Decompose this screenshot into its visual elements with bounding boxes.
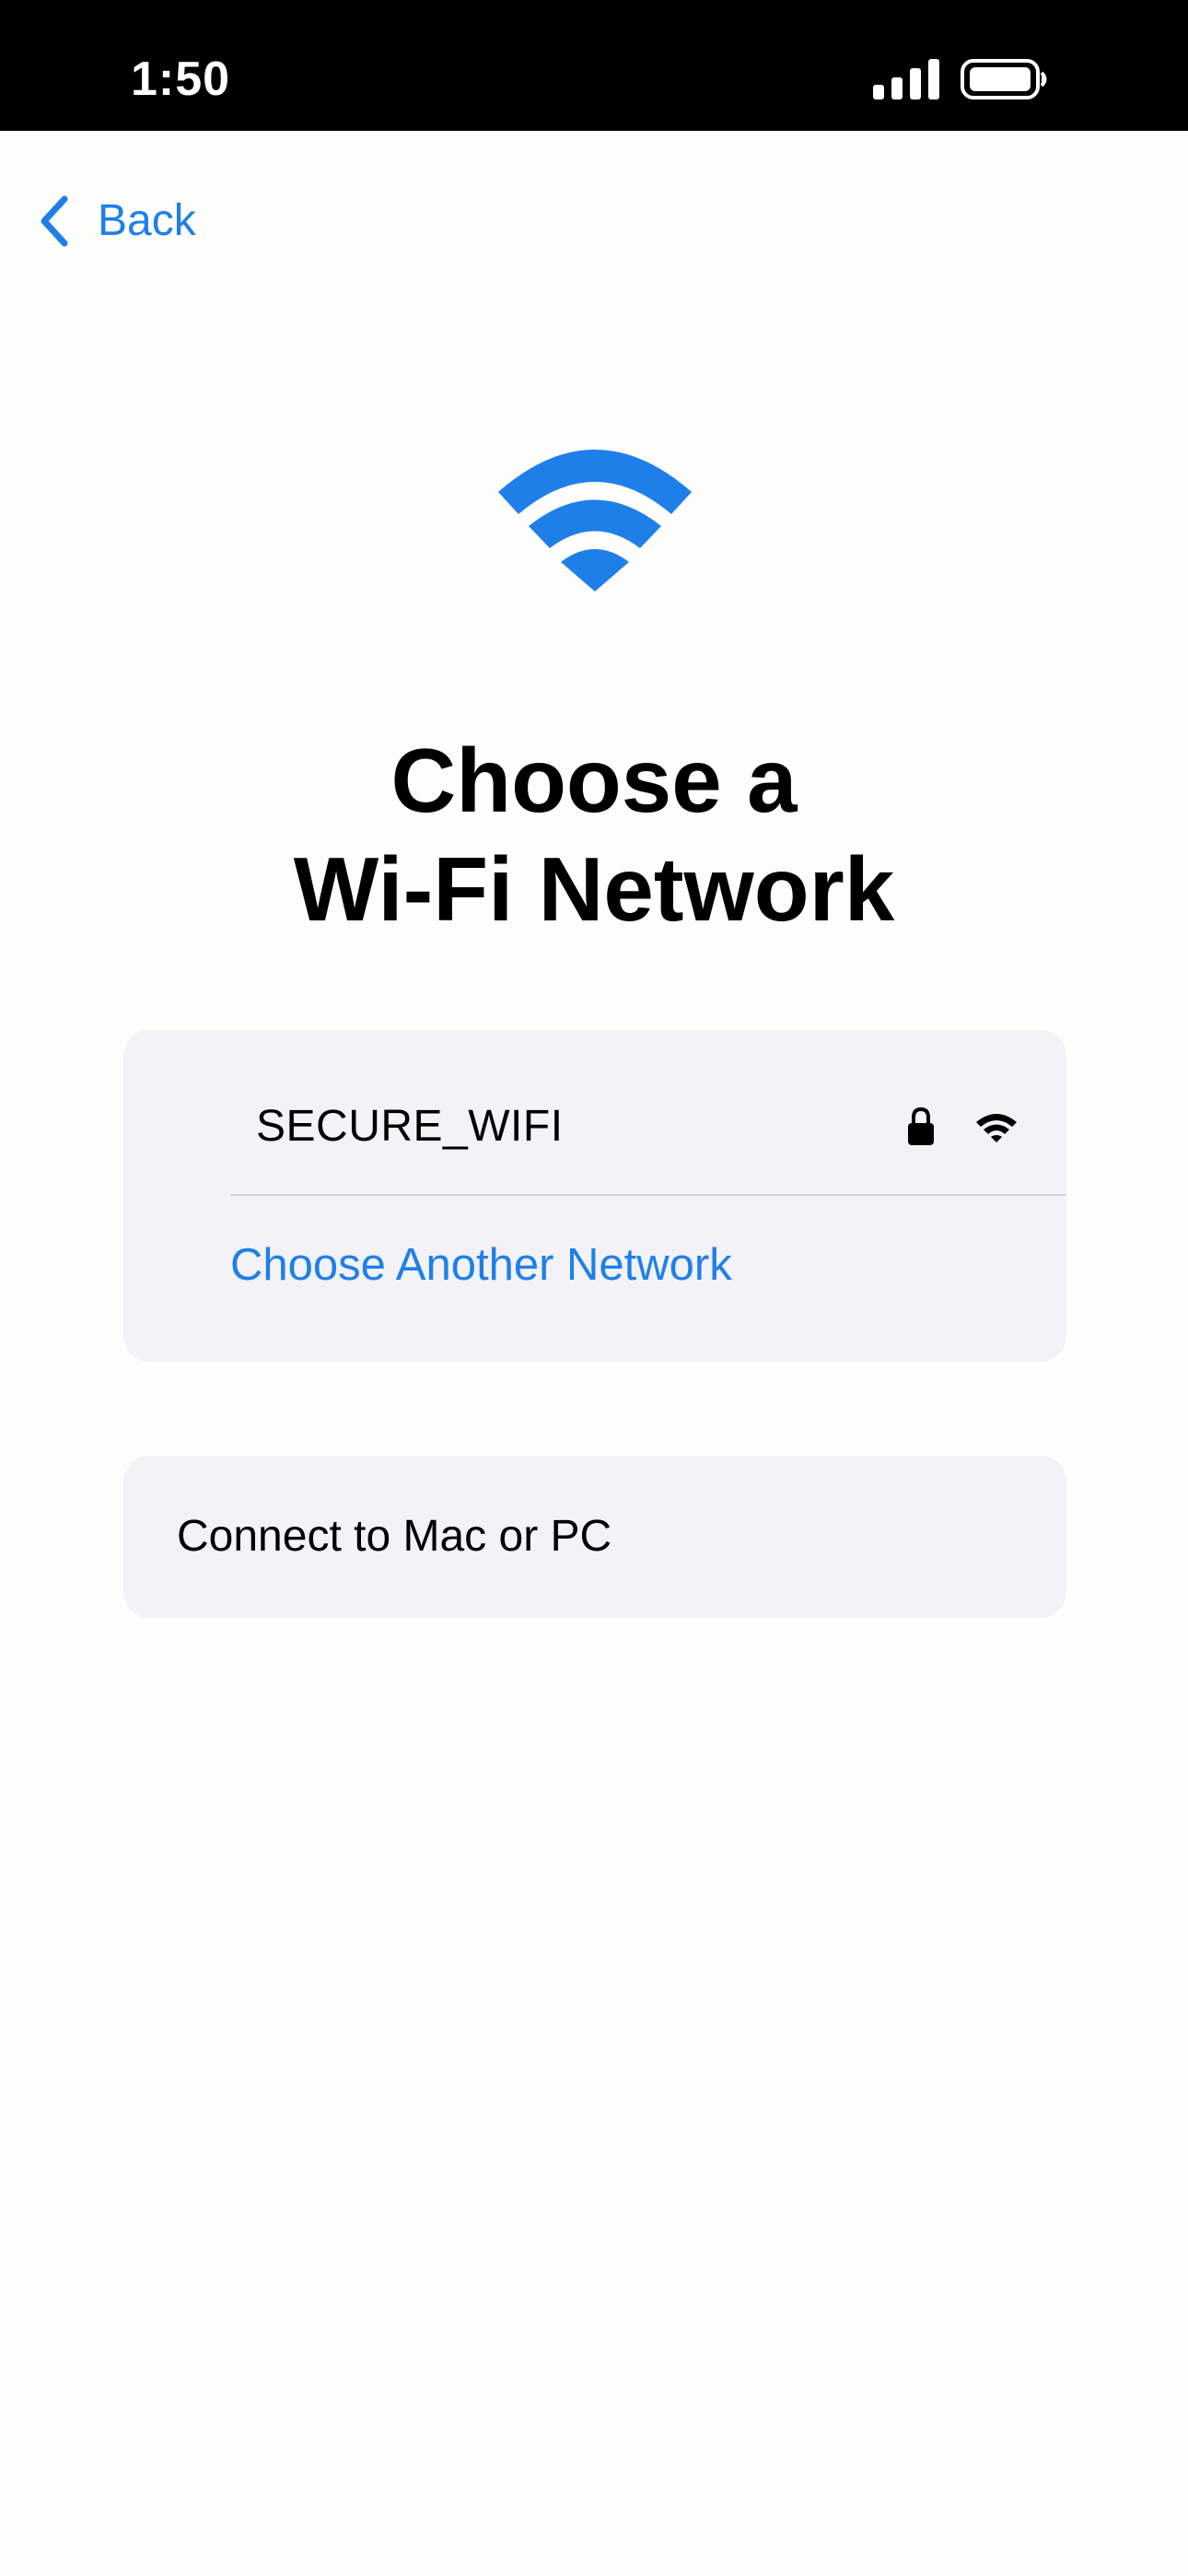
back-button[interactable]: Back [35,184,196,258]
battery-icon [961,59,1047,100]
page-title-line-2: Wi-Fi Network [293,837,895,940]
network-row-secure-wifi[interactable]: SECURE_WIFI [190,1065,1019,1188]
network-name: SECURE_WIFI [256,1102,564,1151]
status-bar: 1:50 [0,0,1188,131]
choose-another-network-button[interactable]: Choose Another Network [230,1196,1066,1334]
status-time: 1:50 [131,53,231,106]
connect-to-mac-or-pc-label: Connect to Mac or PC [177,1512,612,1561]
network-list-card: SECURE_WIFI Choose Another Network [123,1030,1066,1362]
connect-to-mac-or-pc-button[interactable]: Connect to Mac or PC [123,1456,1066,1618]
wifi-setup-screen: 1:50 Back Choose a Wi-Fi Network SECURE_… [0,0,1188,2576]
back-label: Back [98,196,196,245]
page-title: Choose a Wi-Fi Network [0,726,1188,943]
wifi-signal-icon [976,1114,1017,1142]
chevron-left-icon [41,195,68,247]
page-title-line-1: Choose a [390,729,798,831]
lock-icon [908,1107,934,1145]
cellular-signal-icon [873,59,939,100]
network-status-icons [906,1107,1019,1146]
wifi-icon [498,450,692,591]
